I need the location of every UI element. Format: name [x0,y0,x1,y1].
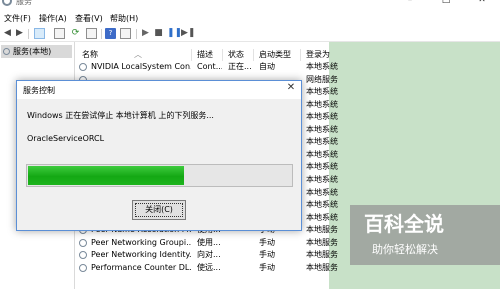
window-title: 服务 [16,0,32,6]
column-headers: ︿ 名称 描述 状态 启动类型 登录为 [76,46,500,61]
maximize-button[interactable]: □ [430,0,462,7]
list-view-icon[interactable] [54,28,65,39]
service-logon-as: 本地系统 [306,149,338,159]
service-startup-type: 手动 [259,250,275,260]
dialog-close-icon[interactable]: ✕ [285,82,297,94]
menu-view[interactable]: 查看(V) [75,13,103,24]
back-arrow-icon[interactable]: ◀ [2,28,13,39]
restart-icon[interactable]: ▶❚ [181,28,195,39]
close-button[interactable]: 关闭(C) [132,200,186,220]
service-description: 使远... [197,262,221,272]
service-logon-as: 本地系统 [306,137,338,147]
progress-bar-fill [28,166,185,185]
services-gear-icon [3,48,10,55]
close-window-button[interactable]: ✕ [466,0,498,7]
column-header-logon-as[interactable]: 登录为 [306,49,330,60]
start-icon[interactable]: ▶ [140,28,151,39]
properties-icon[interactable] [120,28,131,39]
service-gear-icon [79,251,87,260]
sort-ascending-icon: ︿ [134,50,142,59]
service-row[interactable]: NVIDIA LocalSystem Con... Cont... 正在... 自动 本… [76,61,500,73]
service-status: 正在... [228,62,252,71]
help-icon[interactable]: ? [105,28,116,39]
service-name: Peer Networking Groupi... [91,237,191,247]
service-gear-icon [79,263,87,272]
minimize-button[interactable]: – [394,0,426,7]
service-name: Peer Networking Identity... [91,250,191,260]
service-startup-type: 自动 [259,62,275,71]
export-list-icon[interactable] [86,28,97,39]
service-logon-as: 本地系统 [306,124,338,134]
watermark-logo: 百科全说 助你轻松解决 [350,205,500,265]
service-logon-as: 本地系统 [306,174,338,184]
service-logon-as: 本地系统 [306,187,338,197]
service-logon-as: 本地系统 [306,99,338,109]
column-header-startup-type[interactable]: 启动类型 [259,49,291,60]
service-gear-icon [79,238,87,247]
column-header-name[interactable]: 名称 [82,49,98,60]
service-description: Cont... [197,62,222,71]
menu-action[interactable]: 操作(A) [39,13,67,24]
refresh-icon[interactable]: ⟳ [70,28,81,39]
service-gear-icon [79,63,87,71]
menu-bar: 文件(F) 操作(A) 查看(V) 帮助(H) [0,11,500,26]
dialog-body: Windows 正在尝试停止 本地计算机 上的下列服务... OracleSer… [17,99,301,230]
menu-file[interactable]: 文件(F) [4,13,31,24]
column-header-status[interactable]: 状态 [228,49,244,60]
console-tree-icon[interactable] [34,28,45,39]
tree-item-label: 服务(本地) [13,47,52,56]
service-startup-type: 手动 [259,237,275,247]
service-name: NVIDIA LocalSystem Con... [91,62,191,71]
service-control-dialog: 服务控制 ✕ Windows 正在尝试停止 本地计算机 上的下列服务... Or… [16,80,302,231]
services-gear-icon [2,0,12,6]
stop-icon[interactable]: ■ [153,28,164,39]
dialog-service-name: OracleServiceORCL [27,134,105,143]
dialog-message: Windows 正在尝试停止 本地计算机 上的下列服务... [27,111,214,120]
service-description: 使用... [197,237,221,247]
service-logon-as: 本地系统 [306,162,338,172]
service-logon-as: 本地系统 [306,87,338,97]
service-startup-type: 手动 [259,262,275,272]
window-title-bar: 服务 – □ ✕ [0,0,500,11]
tree-item-services-local[interactable]: 服务(本地) [1,45,72,58]
service-description: 向对... [197,250,221,260]
pause-icon[interactable]: ❚❚ [167,28,182,39]
column-header-description[interactable]: 描述 [197,49,213,60]
toolbar: ◀ ▶ ⟳ ? ▶ ■ ❚❚ ▶❚ [0,26,500,42]
service-name: Performance Counter DL... [91,262,191,272]
progress-bar [26,164,293,187]
menu-help[interactable]: 帮助(H) [110,13,138,24]
watermark-title: 百科全说 [364,212,444,236]
forward-arrow-icon[interactable]: ▶ [14,28,25,39]
service-logon-as: 本地系统 [306,62,338,71]
service-logon-as: 本地系统 [306,112,338,122]
service-logon-as: 网络服务 [306,74,338,84]
dialog-title: 服务控制 [23,86,55,95]
watermark-subtitle: 助你轻松解决 [372,243,438,256]
